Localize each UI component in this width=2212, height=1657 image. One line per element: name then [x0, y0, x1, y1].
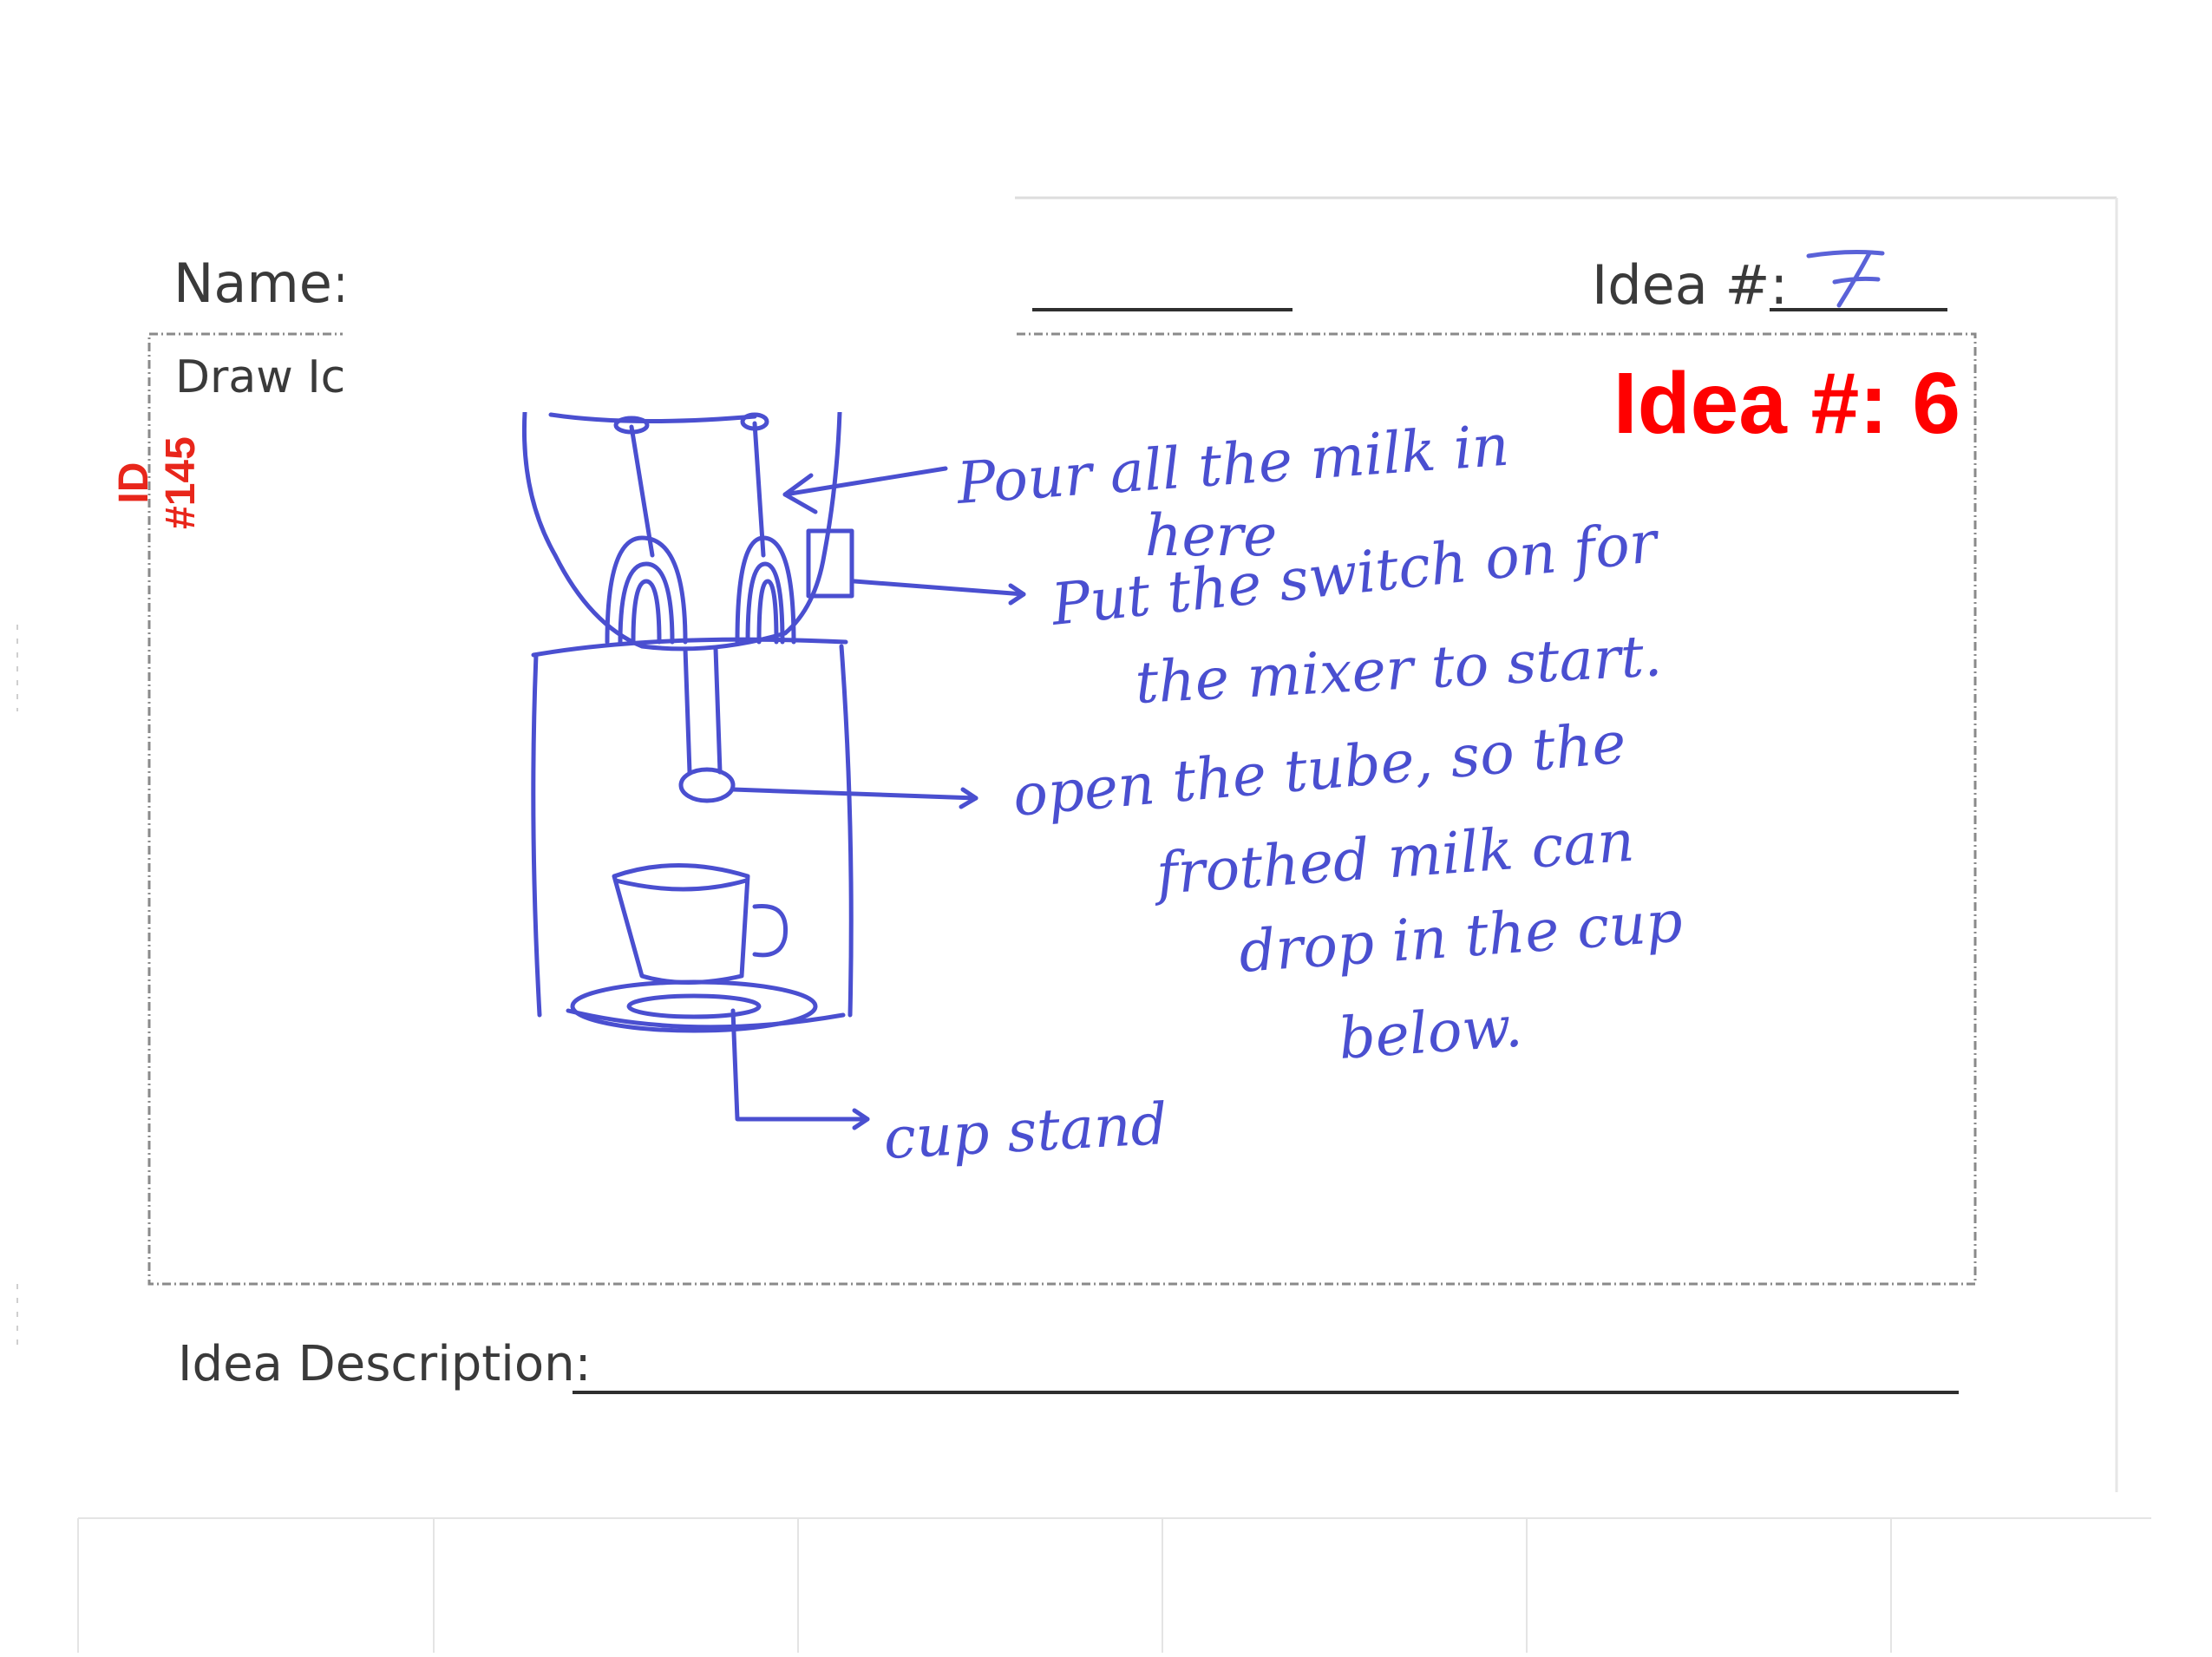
idea-sheet: Name: Idea #: Draw Ic Pour all the milk … — [0, 0, 2212, 1657]
scan-bottom-area — [0, 1492, 2212, 1657]
scan-noise — [77, 1517, 2151, 1653]
description-underline — [573, 1391, 1959, 1394]
